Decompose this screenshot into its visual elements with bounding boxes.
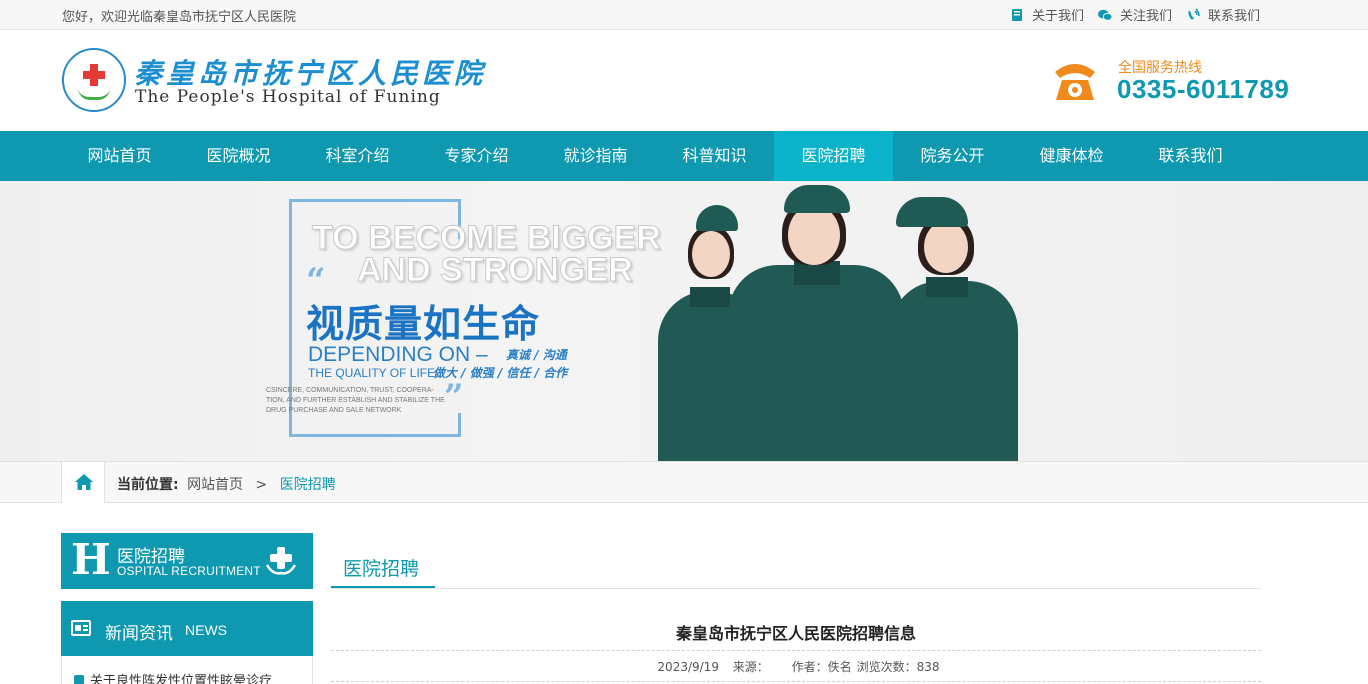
content-tab-label: 医院招聘 [343, 558, 420, 580]
leaf-icon [78, 88, 110, 100]
list-item[interactable]: 关于良性阵发性位置性眩晕诊疗 [74, 670, 272, 684]
breadcrumb-home-button[interactable] [61, 462, 105, 503]
about-us-link[interactable]: 关于我们 [1010, 5, 1084, 24]
book-icon [1011, 8, 1022, 21]
logo-title-cn[interactable]: 秦皇岛市抚宁区人民医院 [134, 52, 486, 92]
content-tab[interactable]: 医院招聘 [331, 547, 435, 589]
about-us-label: 关于我们 [1031, 9, 1084, 24]
breadcrumb: 当前位置: 网站首页 > 医院招聘 [0, 461, 1368, 503]
article-title: 秦皇岛市抚宁区人民医院招聘信息 [675, 624, 916, 643]
news-title-en: NEWS [185, 622, 227, 638]
bullet-icon [74, 674, 84, 684]
banner-small-text: CSINCERE, COMMUNICATION, TRUST, COOPERA-… [266, 387, 445, 414]
article-meta: 2023/9/19 来源： 作者：佚名 浏览次数：838 [331, 658, 1261, 675]
section-title-en: OSPITAL RECRUITMENT [117, 564, 261, 578]
wechat-icon [1097, 9, 1112, 21]
hospital-logo-icon[interactable] [62, 48, 126, 112]
news-list: 关于良性阵发性位置性眩晕诊疗 [61, 656, 313, 684]
nurse-image-right [890, 195, 1020, 461]
news-title-cn: 新闻资讯 [105, 624, 173, 644]
article-views: 838 [916, 660, 940, 674]
nav-item-science[interactable]: 科普知识 [655, 131, 774, 181]
site-header: 秦皇岛市抚宁区人民医院 The People's Hospital of Fun… [0, 30, 1368, 131]
phone-ring-icon [1188, 7, 1200, 20]
contact-us-link[interactable]: 联系我们 [1186, 5, 1260, 24]
nav-item-experts[interactable]: 专家介绍 [417, 131, 536, 181]
sidebar-section-header: H 医院招聘 OSPITAL RECRUITMENT [61, 533, 313, 589]
nav-item-home[interactable]: 网站首页 [60, 131, 179, 181]
article-divider [331, 650, 1261, 651]
contact-us-label: 联系我们 [1207, 9, 1260, 24]
banner-depending-cn: 真诚 / 沟通 [506, 348, 567, 362]
breadcrumb-current[interactable]: 医院招聘 [280, 477, 336, 493]
top-links: 关于我们 关注我们 联系我们 [1010, 5, 1260, 24]
article-views-label: 浏览次数： [856, 660, 917, 674]
article-date: 2023/9/19 [657, 660, 719, 674]
top-bar: 您好，欢迎光临秦皇岛市抚宁区人民医院 关于我们 关注我们 联系我们 [0, 0, 1368, 30]
breadcrumb-trail: 当前位置: 网站首页 > 医院招聘 [117, 474, 336, 494]
article-author: 作者：佚名 [791, 660, 852, 674]
nav-item-recruitment[interactable]: 医院招聘 [774, 131, 893, 181]
main-nav: 网站首页 医院概况 科室介绍 专家介绍 就诊指南 科普知识 医院招聘 院务公开 … [0, 131, 1368, 181]
breadcrumb-home-link[interactable]: 网站首页 [187, 477, 243, 493]
home-icon [75, 474, 93, 490]
breadcrumb-separator: > [255, 477, 268, 493]
red-cross-icon [83, 64, 105, 86]
banner-en-line2: AND STRONGER [357, 251, 634, 290]
nav-item-affairs[interactable]: 院务公开 [893, 131, 1012, 181]
hotline-number: 0335-6011789 [1117, 74, 1290, 104]
medical-hands-icon [265, 547, 297, 575]
logo-title-en: The People's Hospital of Funing [135, 87, 441, 107]
close-quote-icon: ” [444, 377, 464, 417]
section-letter: H [71, 535, 111, 584]
breadcrumb-label: 当前位置: [117, 477, 179, 493]
banner-slogan: 视质量如生命 [306, 302, 541, 346]
hero-banner: TO BECOME BIGGER AND STRONGER “ 视质量如生命 D… [0, 181, 1368, 461]
follow-us-link[interactable]: 关注我们 [1097, 5, 1172, 24]
article-source-label: 来源： [732, 660, 769, 674]
nav-item-checkup[interactable]: 健康体检 [1012, 131, 1131, 181]
article-divider [331, 681, 1261, 682]
nav-item-guide[interactable]: 就诊指南 [536, 131, 655, 181]
telephone-icon [1055, 64, 1095, 100]
nav-item-contact[interactable]: 联系我们 [1131, 131, 1250, 181]
nurse-image-center [728, 185, 904, 461]
sidebar-news-header[interactable]: 新闻资讯 NEWS [61, 601, 313, 656]
tab-divider [331, 588, 1261, 589]
news-item-title: 关于良性阵发性位置性眩晕诊疗 [90, 674, 273, 684]
banner-quality: THE QUALITY OF LIFE [308, 366, 436, 380]
nav-item-departments[interactable]: 科室介绍 [298, 131, 417, 181]
nav-item-overview[interactable]: 医院概况 [179, 131, 298, 181]
welcome-text: 您好，欢迎光临秦皇岛市抚宁区人民医院 [62, 10, 297, 25]
follow-us-label: 关注我们 [1119, 9, 1172, 24]
newspaper-icon [71, 620, 91, 636]
